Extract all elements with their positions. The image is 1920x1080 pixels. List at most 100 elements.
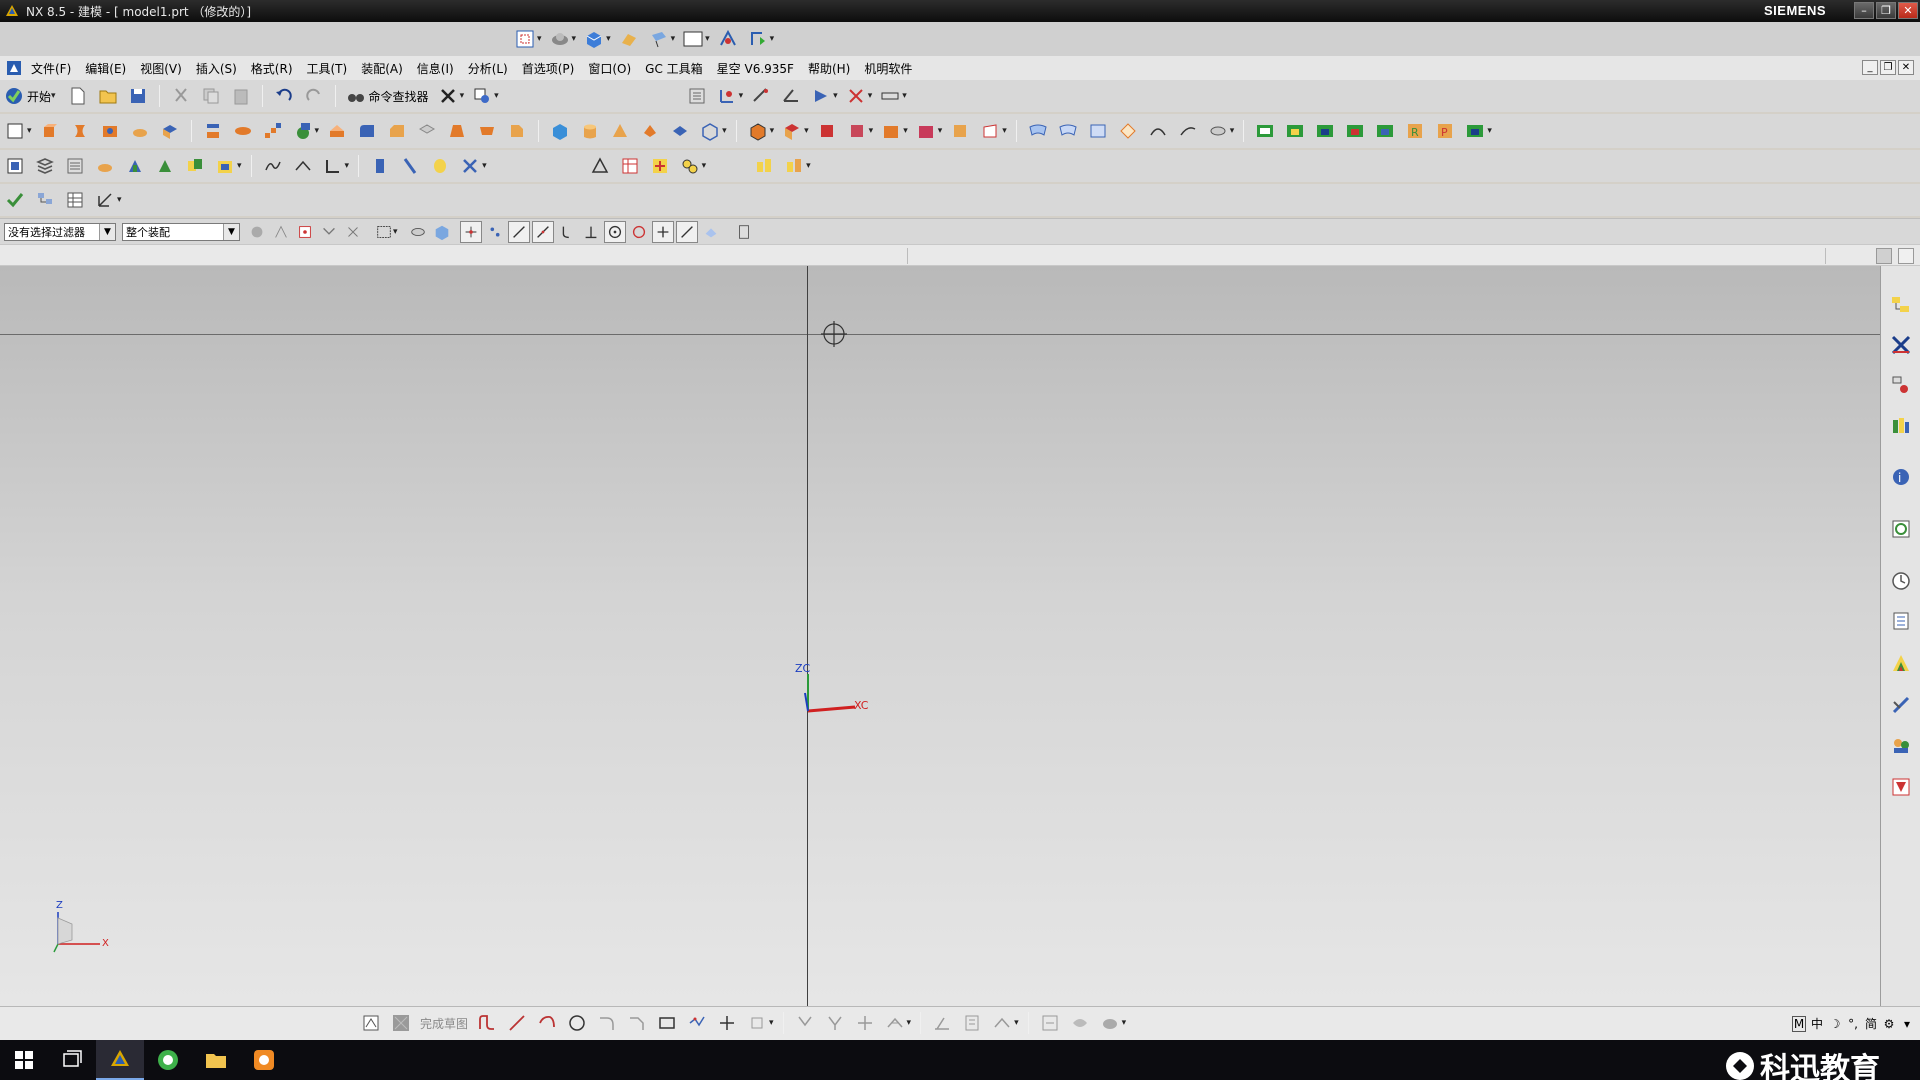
graphics-window[interactable]: ZC XC Z X [0, 266, 1880, 1006]
cancel-feature-icon[interactable] [458, 154, 482, 178]
undo-icon[interactable] [272, 84, 296, 108]
probe-icon[interactable] [398, 154, 422, 178]
arc-icon[interactable] [535, 1011, 559, 1035]
snap-on-curve-icon[interactable] [675, 220, 698, 243]
orient-view-icon[interactable] [582, 27, 606, 51]
snap-perpendicular-icon[interactable] [580, 221, 602, 243]
dimension-icon[interactable] [930, 1011, 954, 1035]
point-icon[interactable] [715, 1011, 739, 1035]
finish-sketch-icon[interactable] [389, 1011, 413, 1035]
surface-6-icon[interactable] [1176, 119, 1200, 143]
axis-tool-icon[interactable] [93, 188, 117, 212]
start-button[interactable]: 开始 ▾ [0, 86, 63, 106]
pattern-icon[interactable] [261, 119, 285, 143]
process-studio-tab-icon[interactable] [1888, 608, 1914, 634]
snap-existing-point-icon[interactable] [651, 220, 674, 243]
replace-region-icon[interactable] [153, 154, 177, 178]
drafting-r-icon[interactable]: R [1403, 119, 1427, 143]
feature-ops-7-icon[interactable] [948, 119, 972, 143]
feature-ops-6-icon[interactable] [914, 119, 938, 143]
ime-moon[interactable]: ☽ [1828, 1017, 1842, 1031]
curve-3-icon[interactable] [321, 154, 345, 178]
sketch-constraint-icon[interactable] [990, 1011, 1014, 1035]
layer-visible-icon[interactable] [63, 154, 87, 178]
menu-insert[interactable]: 插入(S) [189, 60, 244, 77]
save-icon[interactable] [126, 84, 150, 108]
rectangle-icon[interactable] [655, 1011, 679, 1035]
drafting-p-icon[interactable]: P [1433, 119, 1457, 143]
part-navigator-tab-icon[interactable] [1888, 372, 1914, 398]
mdi-restore-button[interactable]: ❐ [1880, 60, 1896, 75]
unite-icon[interactable] [291, 119, 315, 143]
extrude-icon[interactable] [38, 119, 62, 143]
cone-icon[interactable] [608, 119, 632, 143]
menu-file[interactable]: 文件(F) [24, 60, 78, 77]
move-face-icon[interactable] [3, 154, 27, 178]
check-mark-icon[interactable] [3, 188, 27, 212]
snap-multi-icon[interactable] [484, 221, 506, 243]
open-folder-icon[interactable] [96, 84, 120, 108]
shell-icon[interactable] [415, 119, 439, 143]
menu-edit[interactable]: 编辑(E) [78, 60, 133, 77]
drafting-6-icon[interactable] [1463, 119, 1487, 143]
paste-icon[interactable] [229, 84, 253, 108]
offset-curve-icon[interactable] [745, 1011, 769, 1035]
menu-gc-toolkit[interactable]: GC 工具箱 [638, 60, 710, 77]
drafting-4-icon[interactable] [1343, 119, 1367, 143]
show-hidden-icon[interactable] [407, 221, 429, 243]
polygon-icon[interactable] [685, 1011, 709, 1035]
fillet-icon[interactable] [595, 1011, 619, 1035]
manufacturing-wizards-tab-icon[interactable] [1888, 650, 1914, 676]
select-face-icon[interactable] [342, 221, 364, 243]
sketch-icon[interactable] [3, 119, 27, 143]
chamfer-icon[interactable] [385, 119, 409, 143]
restore-button[interactable]: ❐ [1876, 2, 1896, 19]
minimize-button[interactable]: – [1854, 2, 1874, 19]
mdi-close-button[interactable]: ✕ [1898, 60, 1914, 75]
select-box-icon[interactable] [373, 221, 395, 243]
profile-icon[interactable] [475, 1011, 499, 1035]
gears-icon[interactable] [678, 154, 702, 178]
table-icon[interactable] [618, 154, 642, 178]
pocket-icon[interactable] [158, 119, 182, 143]
ime-punctuation[interactable]: °, [1846, 1017, 1860, 1031]
copy-icon[interactable] [199, 84, 223, 108]
snap-intersect-icon[interactable] [733, 221, 755, 243]
select-body-icon[interactable] [431, 221, 453, 243]
windows-start-icon[interactable] [0, 1040, 48, 1080]
ime-settings-icon[interactable]: ⚙ [1882, 1017, 1896, 1031]
surface-1-icon[interactable] [1026, 119, 1050, 143]
feature-ops-2-icon[interactable] [780, 119, 804, 143]
replace-face-icon[interactable] [505, 119, 529, 143]
history-tab-icon[interactable] [1888, 516, 1914, 542]
circle-icon[interactable] [565, 1011, 589, 1035]
mirror-body-icon[interactable] [698, 119, 722, 143]
thicken-icon[interactable] [668, 119, 692, 143]
command-finder-button[interactable]: 命令查找器 [342, 86, 433, 106]
system-scenes-tab-icon[interactable] [1888, 732, 1914, 758]
feature-ops-3-icon[interactable] [815, 119, 839, 143]
cylinder-icon[interactable] [578, 119, 602, 143]
reuse-library-tab-icon[interactable] [1888, 412, 1914, 438]
assembly-1-icon[interactable] [752, 154, 776, 178]
feature-ops-5-icon[interactable] [879, 119, 903, 143]
render-style-icon[interactable] [548, 27, 572, 51]
cylinder-yellow-icon[interactable] [428, 154, 452, 178]
measure-angle-icon[interactable] [779, 84, 803, 108]
section-view-icon[interactable] [647, 27, 671, 51]
drafting-3-icon[interactable] [1313, 119, 1337, 143]
drafting-2-icon[interactable] [1283, 119, 1307, 143]
snap-center-icon[interactable] [603, 220, 626, 243]
pull-face-icon[interactable] [93, 154, 117, 178]
layer-settings-icon[interactable] [33, 154, 57, 178]
menu-tools[interactable]: 工具(T) [300, 60, 355, 77]
spreadsheet-icon[interactable] [63, 188, 87, 212]
fit-view-icon[interactable] [513, 27, 537, 51]
triangle-icon[interactable] [588, 154, 612, 178]
edge-blend-icon[interactable] [355, 119, 379, 143]
file-explorer-icon[interactable] [192, 1040, 240, 1080]
menu-view[interactable]: 视图(V) [133, 60, 189, 77]
quick-trim-icon[interactable] [793, 1011, 817, 1035]
surface-7-icon[interactable] [1206, 119, 1230, 143]
select-general-icon[interactable] [294, 221, 316, 243]
